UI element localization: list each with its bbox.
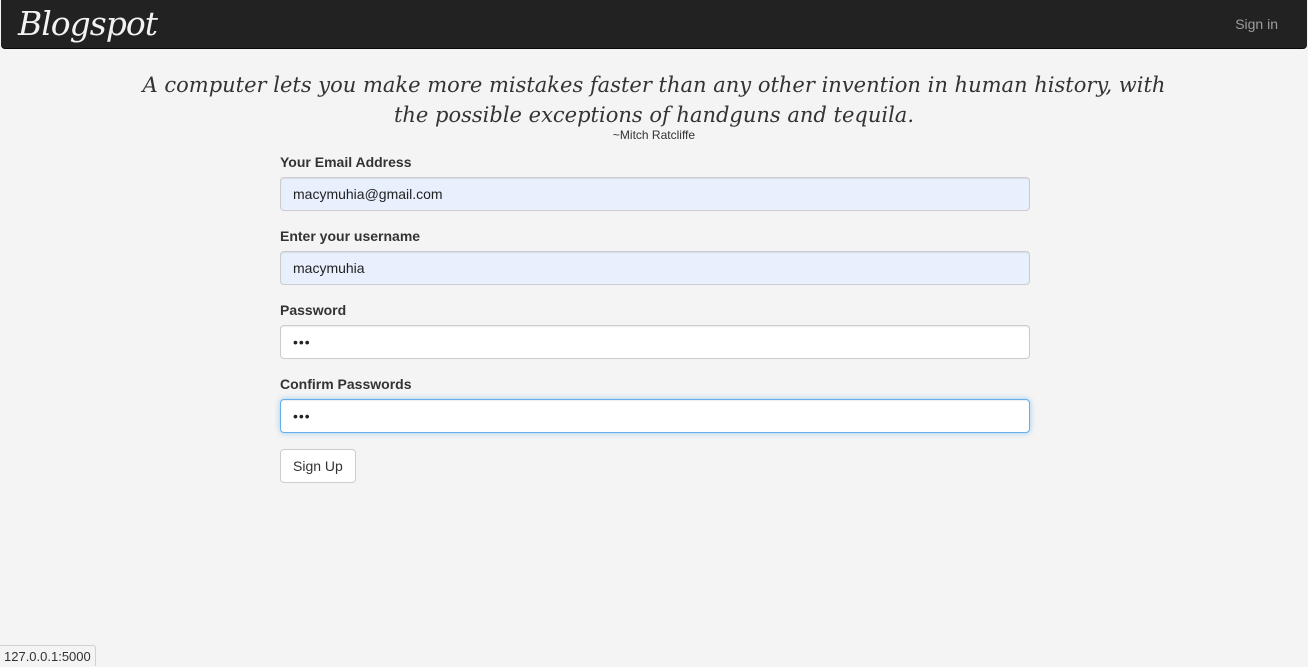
quote-author: ~Mitch Ratcliffe bbox=[612, 128, 696, 142]
signup-form: Your Email Address Enter your username P… bbox=[280, 152, 1030, 483]
status-bar-url: 127.0.0.1:5000 bbox=[0, 645, 96, 666]
confirm-password-input[interactable] bbox=[280, 399, 1030, 433]
sign-in-link[interactable]: Sign in bbox=[1235, 15, 1278, 33]
brand-logo[interactable]: Blogspot bbox=[18, 2, 158, 46]
username-input[interactable] bbox=[280, 251, 1030, 285]
sign-up-button[interactable]: Sign Up bbox=[280, 449, 356, 483]
password-input[interactable] bbox=[280, 325, 1030, 359]
email-label: Your Email Address bbox=[280, 154, 412, 170]
email-input[interactable] bbox=[280, 177, 1030, 211]
navbar: Blogspot Sign in bbox=[1, 0, 1307, 49]
confirm-password-group: Confirm Passwords bbox=[280, 374, 1030, 433]
username-group: Enter your username bbox=[280, 226, 1030, 285]
quote-text: A computer lets you make more mistakes f… bbox=[142, 73, 1166, 127]
password-label: Password bbox=[280, 302, 347, 318]
password-group: Password bbox=[280, 300, 1030, 359]
email-group: Your Email Address bbox=[280, 152, 1030, 211]
username-label: Enter your username bbox=[280, 228, 421, 244]
confirm-password-label: Confirm Passwords bbox=[280, 376, 412, 392]
